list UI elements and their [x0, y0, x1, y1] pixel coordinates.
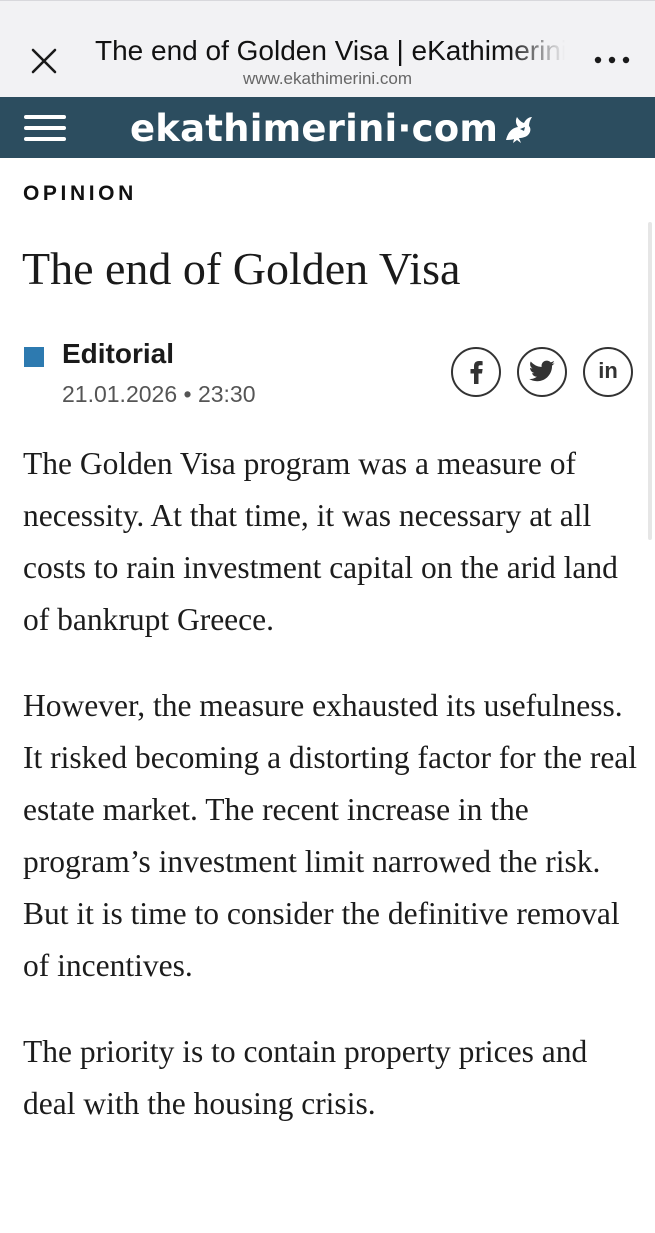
twitter-icon: [529, 360, 555, 382]
facebook-share-button[interactable]: [451, 347, 501, 397]
author-marker: [24, 347, 44, 367]
site-header: ekathimerini·com: [0, 97, 655, 158]
article-title: The end of Golden Visa: [22, 243, 461, 294]
section-label[interactable]: OPINION: [23, 182, 137, 206]
scrollbar[interactable]: [648, 222, 652, 540]
article-body: The Golden Visa program was a measure of…: [23, 438, 638, 1164]
article-paragraph: However, the measure exhausted its usefu…: [23, 688, 638, 983]
close-icon[interactable]: [24, 41, 64, 81]
hamburger-menu-icon[interactable]: [23, 111, 67, 145]
linkedin-share-button[interactable]: in: [583, 347, 633, 397]
article-paragraph: The priority is to contain property pric…: [23, 1034, 588, 1121]
article-paragraph: The Golden Visa program was a measure of…: [23, 446, 618, 637]
browser-top-bar: The end of Golden Visa | eKathimerini.co…: [0, 0, 655, 98]
more-icon[interactable]: [590, 45, 634, 75]
facebook-icon: [470, 361, 483, 384]
linkedin-icon: in: [598, 358, 618, 383]
author-name[interactable]: Editorial: [62, 338, 174, 370]
tab-title: The end of Golden Visa | eKathimerini.co…: [95, 35, 565, 66]
tab-url[interactable]: www.ekathimerini.com: [95, 69, 560, 89]
site-logo[interactable]: ekathimerini·com: [130, 105, 536, 151]
logo-text: ekathimerini·com: [130, 106, 499, 150]
griffin-logo-icon: [500, 110, 536, 146]
twitter-share-button[interactable]: [517, 347, 567, 397]
article-date: 21.01.2026 • 23:30: [62, 381, 256, 407]
